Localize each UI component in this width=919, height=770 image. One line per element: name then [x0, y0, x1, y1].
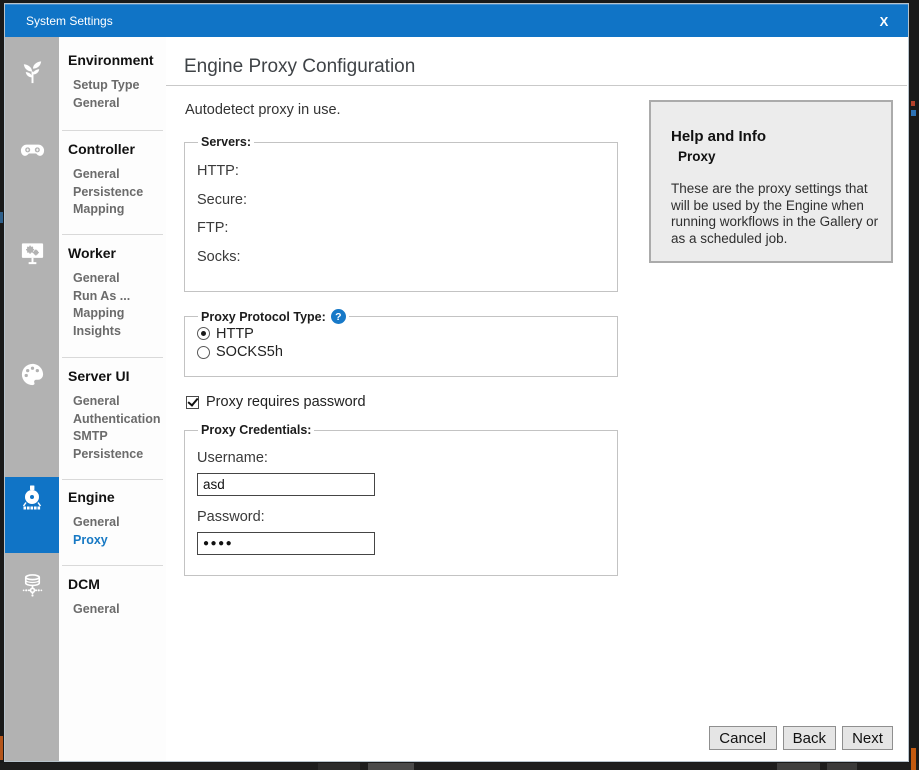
- radio-label: SOCKS5h: [216, 344, 283, 360]
- nav-separator: [62, 565, 163, 566]
- sidebar-item-dcm-general[interactable]: General: [68, 601, 164, 619]
- help-panel-title: Help and Info: [671, 128, 877, 145]
- checkbox-checked-icon[interactable]: [186, 396, 199, 409]
- nav-header-worker[interactable]: Worker: [68, 245, 164, 261]
- desktop: System Settings X: [0, 0, 919, 770]
- nav-section-controller: Controller General Persistence Mapping: [68, 141, 164, 219]
- taskbar-segment: [368, 763, 414, 770]
- nav-separator: [62, 234, 163, 235]
- sidebar-item-engine-proxy[interactable]: Proxy: [68, 532, 164, 550]
- controller-section-icon-cell[interactable]: [5, 127, 59, 177]
- title-divider: [166, 85, 907, 86]
- nav-section-worker: Worker General Run As ... Mapping Insigh…: [68, 245, 164, 340]
- sidebar-item-server-ui-persistence[interactable]: Persistence: [68, 446, 164, 464]
- background-fragment: [911, 748, 916, 770]
- username-label: Username:: [197, 450, 605, 466]
- help-panel-subtitle: Proxy: [678, 149, 877, 164]
- next-button[interactable]: Next: [842, 726, 893, 750]
- worker-section-icon-cell[interactable]: [5, 231, 59, 281]
- taskbar-segment: [827, 763, 857, 770]
- page-title: Engine Proxy Configuration: [184, 56, 415, 78]
- background-fragment: [0, 736, 3, 760]
- nav-section-dcm: DCM General: [68, 576, 164, 619]
- environment-section-icon-cell[interactable]: [5, 50, 59, 100]
- radio-option-socks5h[interactable]: SOCKS5h: [197, 344, 605, 362]
- proxy-credentials-legend: Proxy Credentials:: [198, 423, 314, 437]
- nav-section-engine: Engine General Proxy: [68, 489, 164, 549]
- nav-section-environment: Environment Setup Type General: [68, 52, 164, 112]
- proxy-protocol-fieldset: Proxy Protocol Type: ? HTTP SOCKS5h: [184, 309, 618, 377]
- cancel-button[interactable]: Cancel: [709, 726, 777, 750]
- sidebar-item-environment-general[interactable]: General: [68, 95, 164, 113]
- radio-button[interactable]: [197, 346, 210, 359]
- server-ui-section-icon-cell[interactable]: [5, 352, 59, 402]
- nav-separator: [62, 479, 163, 480]
- nav-header-controller[interactable]: Controller: [68, 141, 164, 157]
- system-settings-window: System Settings X: [4, 3, 909, 762]
- taskbar-segment: [777, 763, 820, 770]
- radio-label: HTTP: [216, 326, 254, 342]
- back-button[interactable]: Back: [783, 726, 836, 750]
- password-label: Password:: [197, 509, 605, 525]
- engine-section-icon-cell[interactable]: [5, 477, 59, 553]
- server-field-socks: Socks:: [197, 243, 605, 272]
- sidebar-item-controller-general[interactable]: General: [68, 166, 164, 184]
- help-panel-body: These are the proxy settings that will b…: [671, 181, 881, 247]
- sidebar-icon-rail: [5, 37, 59, 761]
- palette-icon: [19, 361, 46, 393]
- username-field[interactable]: [197, 473, 375, 496]
- proxy-requires-password-checkbox-row[interactable]: Proxy requires password: [186, 394, 366, 410]
- sidebar-item-controller-mapping[interactable]: Mapping: [68, 201, 164, 219]
- dcm-section-icon-cell[interactable]: [5, 563, 59, 613]
- nav-header-server-ui[interactable]: Server UI: [68, 368, 164, 384]
- background-fragment: [911, 110, 916, 116]
- sidebar-item-worker-insights[interactable]: Insights: [68, 323, 164, 341]
- radio-button-selected[interactable]: [197, 327, 210, 340]
- servers-fieldset: Servers: HTTP: Secure: FTP: Socks:: [184, 135, 618, 292]
- titlebar: System Settings X: [5, 4, 908, 37]
- sidebar-item-engine-general[interactable]: General: [68, 514, 164, 532]
- server-field-ftp: FTP:: [197, 214, 605, 243]
- background-fragment: [0, 212, 3, 223]
- database-icon: [19, 572, 46, 604]
- taskbar-segment: [318, 763, 360, 770]
- footer-button-row: Cancel Back Next: [709, 726, 893, 750]
- nav-header-engine[interactable]: Engine: [68, 489, 164, 505]
- help-and-info-panel: Help and Info Proxy These are the proxy …: [649, 100, 893, 263]
- nav-section-server-ui: Server UI General Authentication SMTP Pe…: [68, 368, 164, 463]
- sidebar-item-server-ui-smtp[interactable]: SMTP: [68, 428, 164, 446]
- proxy-protocol-legend: Proxy Protocol Type: ?: [198, 309, 349, 324]
- nav-header-dcm[interactable]: DCM: [68, 576, 164, 592]
- close-icon[interactable]: X: [868, 5, 900, 37]
- sidebar-item-server-ui-authentication[interactable]: Authentication: [68, 411, 164, 429]
- proxy-credentials-fieldset: Proxy Credentials: Username: Password:: [184, 423, 618, 576]
- sidebar-item-worker-general[interactable]: General: [68, 270, 164, 288]
- sidebar-item-server-ui-general[interactable]: General: [68, 393, 164, 411]
- sidebar-item-setup-type[interactable]: Setup Type: [68, 77, 164, 95]
- nav-separator: [62, 357, 163, 358]
- server-field-secure: Secure:: [197, 186, 605, 215]
- nav-separator: [62, 130, 163, 131]
- monitor-gear-icon: [19, 240, 46, 272]
- radio-option-http[interactable]: HTTP: [197, 325, 605, 343]
- server-field-http: HTTP:: [197, 157, 605, 186]
- sidebar-nav: Environment Setup Type General Controlle…: [59, 37, 166, 761]
- sidebar-item-worker-run-as[interactable]: Run As ...: [68, 288, 164, 306]
- servers-legend: Servers:: [198, 135, 254, 149]
- password-field[interactable]: [197, 532, 375, 555]
- help-icon[interactable]: ?: [331, 309, 346, 324]
- locomotive-icon: [18, 484, 46, 517]
- nav-header-environment[interactable]: Environment: [68, 52, 164, 68]
- checkbox-label: Proxy requires password: [206, 394, 366, 410]
- sidebar-item-controller-persistence[interactable]: Persistence: [68, 184, 164, 202]
- taskbar: [0, 763, 919, 770]
- autodetect-status-text: Autodetect proxy in use.: [185, 102, 341, 118]
- sidebar-item-worker-mapping[interactable]: Mapping: [68, 305, 164, 323]
- gamepad-icon: [19, 136, 46, 168]
- background-fragment: [911, 101, 915, 106]
- window-title: System Settings: [26, 5, 113, 37]
- leaf-icon: [19, 59, 46, 91]
